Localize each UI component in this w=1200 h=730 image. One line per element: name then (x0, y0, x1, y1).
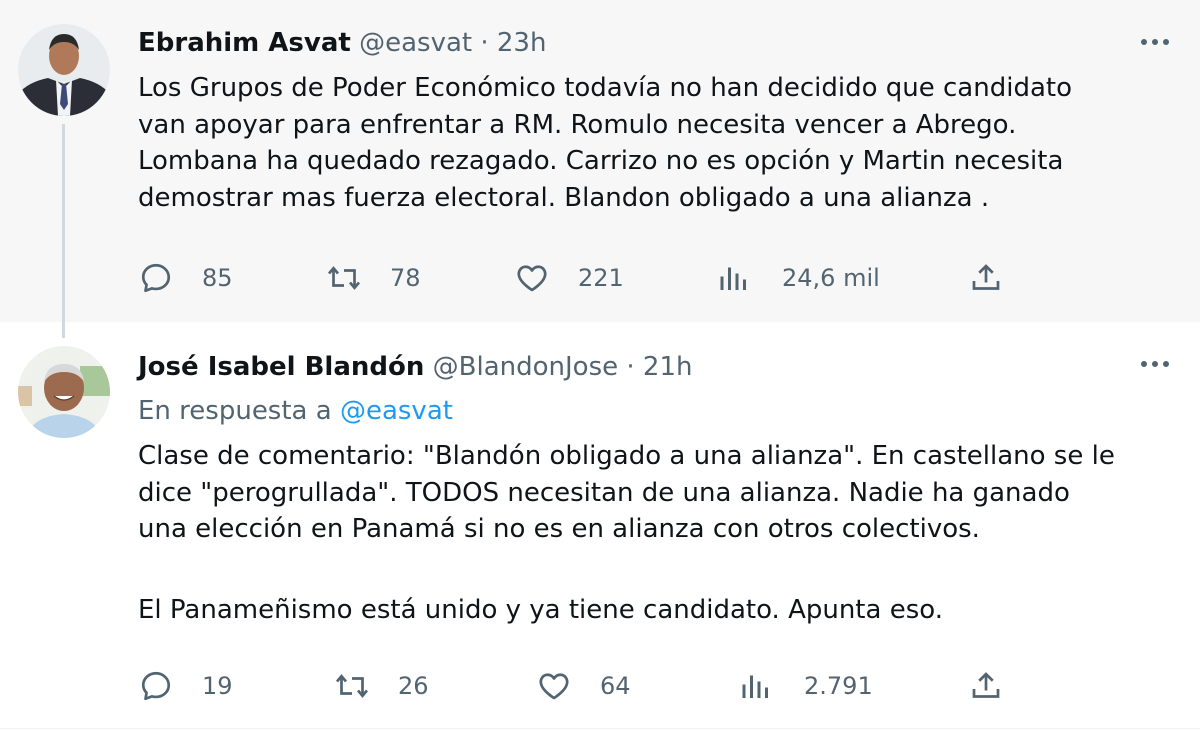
views-count: 2.791 (804, 672, 873, 700)
tweet-text: Los Grupos de Poder Económico todavía no… (138, 70, 1178, 216)
tweet-text-line: dice "perogrullada". TODOS necesitan de … (138, 477, 1070, 508)
timestamp[interactable]: 21h (643, 352, 693, 382)
tweet-actions: 19 26 64 2.791 (138, 666, 1018, 706)
reply-mention-link[interactable]: @easvat (340, 396, 453, 426)
retweet-button[interactable]: 26 (334, 666, 429, 706)
like-icon (539, 673, 569, 700)
bottom-divider (0, 728, 1200, 729)
retweet-icon (335, 674, 369, 698)
like-button[interactable]: 64 (536, 666, 631, 706)
tweet-jose-isabel-blandon[interactable]: José Isabel Blandón @BlandonJose · 21h E… (0, 322, 1200, 730)
retweet-button[interactable]: 78 (326, 258, 421, 298)
separator-dot: · (480, 28, 489, 58)
more-icon[interactable] (1140, 356, 1170, 372)
retweet-icon (327, 266, 361, 290)
avatar[interactable] (18, 346, 110, 438)
separator-dot: · (626, 352, 635, 382)
author-name[interactable]: José Isabel Blandón (138, 352, 424, 382)
reply-context: En respuesta a @easvat (138, 394, 453, 428)
tweet-text-line: demostrar mas fuerza electoral. Blandon … (138, 182, 990, 213)
reply-icon (141, 671, 171, 701)
more-icon[interactable] (1140, 34, 1170, 50)
reply-count: 85 (202, 264, 233, 292)
like-button[interactable]: 221 (514, 258, 624, 298)
share-button[interactable] (968, 666, 1032, 706)
like-count: 64 (600, 672, 631, 700)
tweet-text-line: Clase de comentario: "Blandón obligado a… (138, 441, 1115, 471)
views-button[interactable]: 2.791 (738, 666, 873, 706)
reply-count: 19 (202, 672, 233, 700)
like-count: 221 (578, 264, 624, 292)
share-icon (972, 672, 1000, 698)
tweet-header: José Isabel Blandón @BlandonJose · 21h (138, 350, 692, 384)
reply-icon (141, 263, 171, 293)
tweet-text-line: El Panameñismo está unido y ya tiene can… (138, 594, 943, 625)
author-handle[interactable]: @easvat (359, 28, 472, 58)
views-button[interactable]: 24,6 mil (716, 258, 880, 298)
share-button[interactable] (968, 258, 1032, 298)
like-icon (517, 265, 547, 292)
timestamp[interactable]: 23h (497, 28, 547, 58)
author-handle[interactable]: @BlandonJose (433, 352, 618, 382)
share-icon (972, 264, 1000, 290)
retweet-count: 78 (390, 264, 421, 292)
tweet-text: Clase de comentario: "Blandón obligado a… (138, 438, 1178, 628)
views-icon (720, 267, 746, 290)
tweet-actions: 85 78 221 24,6 mil (138, 258, 1018, 298)
tweet-ebrahim-asvat[interactable]: Ebrahim Asvat @easvat · 23h Los Grupos d… (0, 0, 1200, 322)
reply-button[interactable]: 85 (138, 258, 233, 298)
tweet-header: Ebrahim Asvat @easvat · 23h (138, 26, 546, 60)
tweet-text-line: una elección en Panamá si no es en alian… (138, 514, 980, 544)
thread-connector-line (62, 124, 65, 338)
views-count: 24,6 mil (782, 264, 880, 292)
views-icon (742, 675, 768, 698)
tweet-text-line: Lombana ha quedado rezagado. Carrizo no … (138, 146, 1064, 176)
retweet-count: 26 (398, 672, 429, 700)
reply-button[interactable]: 19 (138, 666, 233, 706)
tweet-text-line: van apoyar para enfrentar a RM. Romulo n… (138, 109, 1017, 140)
tweet-text-line: Los Grupos de Poder Económico todavía no… (138, 73, 1072, 103)
author-name[interactable]: Ebrahim Asvat (138, 28, 351, 58)
reply-prefix: En respuesta a (138, 396, 332, 426)
avatar[interactable] (18, 24, 110, 116)
